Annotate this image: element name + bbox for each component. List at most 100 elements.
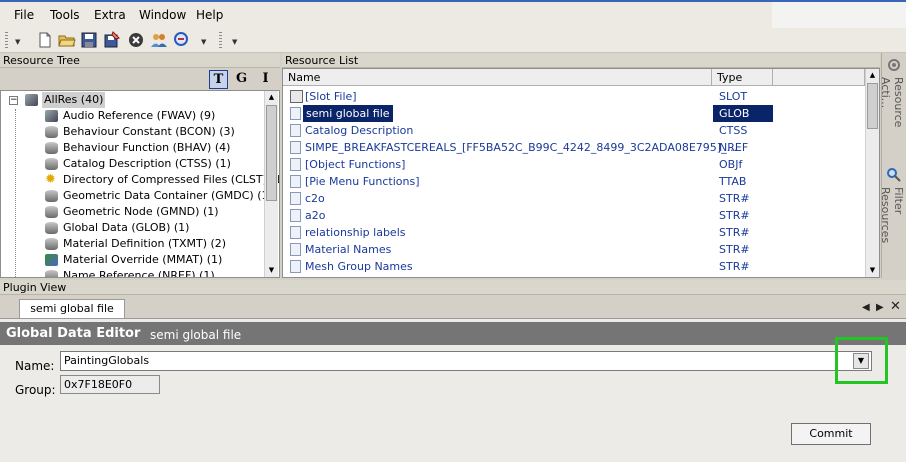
list-item[interactable]: [Pie Menu Functions] TTAB [283,173,773,190]
scroll-up-arrow-icon[interactable]: ▲ [265,91,278,104]
menu-file[interactable]: File [14,8,34,22]
tree-mode-instance-button[interactable]: I [256,70,275,89]
close-icon[interactable] [127,31,145,49]
scroll-down-arrow-icon[interactable]: ▼ [265,264,278,277]
menu-bar: File Tools Extra Window Help [0,2,906,28]
resource-list[interactable]: Name Type [Slot File] SLOT semi global fil… [282,68,880,278]
plugin-view: Plugin View semi global file Global Data… [0,280,906,462]
tree-root[interactable]: − AllRes (40) [1,92,261,108]
column-name-header[interactable]: Name [283,69,712,86]
save-as-icon[interactable] [103,31,121,49]
tree-item[interactable]: Global Data (GLOB) (1) [1,220,263,236]
list-item[interactable]: SIMPE_BREAKFASTCEREALS_[FF5BA52C_B99C_42… [283,139,773,156]
menu-bar-empty-area [772,2,906,28]
toolbar-overflow-icon[interactable]: ▼ [15,38,20,46]
list-item[interactable]: Catalog Description CTSS [283,122,773,139]
commit-button[interactable]: Commit [791,423,871,445]
database-icon [45,206,58,218]
list-item[interactable]: Material Names STR# [283,241,773,258]
database-icon [45,126,58,138]
scroll-thumb[interactable] [266,105,277,201]
resource-tree-header: Resource Tree [0,53,280,68]
tree-item[interactable]: Behaviour Constant (BCON) (3) [1,124,263,140]
group-field[interactable]: 0x7F18E0F0 [60,375,160,394]
find-icon[interactable] [173,31,191,49]
tree-item[interactable]: Geometric Node (GMND) (1) [1,204,263,220]
scroll-thumb[interactable] [867,83,878,129]
menu-tools[interactable]: Tools [50,8,80,22]
database-icon [45,222,58,234]
open-icon[interactable] [58,31,76,49]
tree-item-label: Name Reference (NREF) (1) [63,269,215,278]
document-icon [290,158,301,171]
column-type-header[interactable]: Type [712,69,773,86]
list-item[interactable]: [Object Functions] OBJf [283,156,773,173]
tree-item[interactable]: Behaviour Function (BHAV) (4) [1,140,263,156]
resource-tree[interactable]: − AllRes (40) Audio Reference (FWAV) (9)… [0,90,280,278]
list-scrollbar[interactable]: ▲ ▼ [865,69,879,277]
toolbar-grip[interactable] [5,32,8,49]
list-item[interactable]: c2o STR# [283,190,773,207]
slot-icon [290,90,303,103]
tab-next-icon[interactable]: ▶ [876,302,884,313]
resource-type: STR# [719,192,750,205]
document-icon [290,226,301,239]
toolbar: ▼ ▼ ▼ [0,28,906,53]
list-item[interactable]: Mesh Group Names STR# [283,258,773,275]
document-icon [290,141,301,154]
tree-scrollbar[interactable]: ▲ ▼ [264,91,278,277]
scroll-down-arrow-icon[interactable]: ▼ [866,264,879,277]
root-box-icon [25,94,38,106]
tree-mode-group-button[interactable]: G [232,70,251,89]
list-item[interactable]: semi global file GLOB [283,105,773,122]
tree-item[interactable]: Name Reference (NREF) (1) [1,268,263,278]
right-dock: Resource Acti... Filter Resources [879,53,906,278]
group-value: 0x7F18E0F0 [64,378,133,391]
toolbar-grip-2[interactable] [219,32,222,49]
menu-extra[interactable]: Extra [94,8,126,22]
scroll-up-arrow-icon[interactable]: ▲ [866,69,879,82]
users-icon[interactable] [150,31,168,49]
tab-prev-icon[interactable]: ◀ [862,302,870,313]
resource-type: NREF [719,141,749,154]
collapse-toggle-icon[interactable]: − [9,96,18,105]
tab-resource-actions[interactable]: Resource Acti... [879,57,905,157]
name-combobox[interactable]: PaintingGlobals ▼ [60,351,872,371]
save-icon[interactable] [80,31,98,49]
tree-item-label: Directory of Compressed Files (CLST) (1) [63,173,280,186]
tree-item[interactable]: Audio Reference (FWAV) (9) [1,108,263,124]
toolbar-overflow-icon-3[interactable]: ▼ [232,38,237,46]
resource-type: OBJf [719,158,743,171]
tree-item[interactable]: ✹ Directory of Compressed Files (CLST) (1… [1,172,279,188]
tab-filter-resources[interactable]: Filter Resources [879,167,905,272]
resource-type: STR# [719,243,750,256]
name-value: PaintingGlobals [64,354,150,367]
list-item[interactable]: a2o STR# [283,207,773,224]
document-icon [290,107,301,120]
resource-name: c2o [305,192,325,205]
editor-title: Global Data Editor [6,326,141,341]
resource-list-header: Resource List [282,53,880,68]
resource-name: Mesh Group Names [305,260,413,273]
list-item[interactable]: [Slot File] SLOT [283,88,773,105]
new-icon[interactable] [36,31,54,49]
tree-item-label: Behaviour Function (BHAV) (4) [63,141,231,154]
menu-window[interactable]: Window [139,8,186,22]
tree-item[interactable]: Geometric Data Container (GMDC) (1) [1,188,273,204]
tree-item-label: Audio Reference (FWAV) (9) [63,109,216,122]
tab-semi-global-file[interactable]: semi global file [19,299,125,319]
resource-type: CTSS [719,124,748,137]
tab-close-icon[interactable]: ✕ [890,299,901,314]
tree-item-label: Behaviour Constant (BCON) (3) [63,125,235,138]
toolbar-overflow-icon-2[interactable]: ▼ [201,38,206,46]
tree-item[interactable]: Catalog Description (CTSS) (1) [1,156,263,172]
tree-item[interactable]: Material Definition (TXMT) (2) [1,236,263,252]
document-icon [290,192,301,205]
menu-help[interactable]: Help [196,8,223,22]
list-item[interactable]: relationship labels STR# [283,224,773,241]
tree-mode-type-button[interactable]: T [209,70,228,89]
plugin-editor: Global Data Editor semi global file Name… [0,318,906,462]
tree-item[interactable]: Material Override (MMAT) (1) [1,252,263,268]
document-icon [290,260,301,273]
resource-type: STR# [719,260,750,273]
